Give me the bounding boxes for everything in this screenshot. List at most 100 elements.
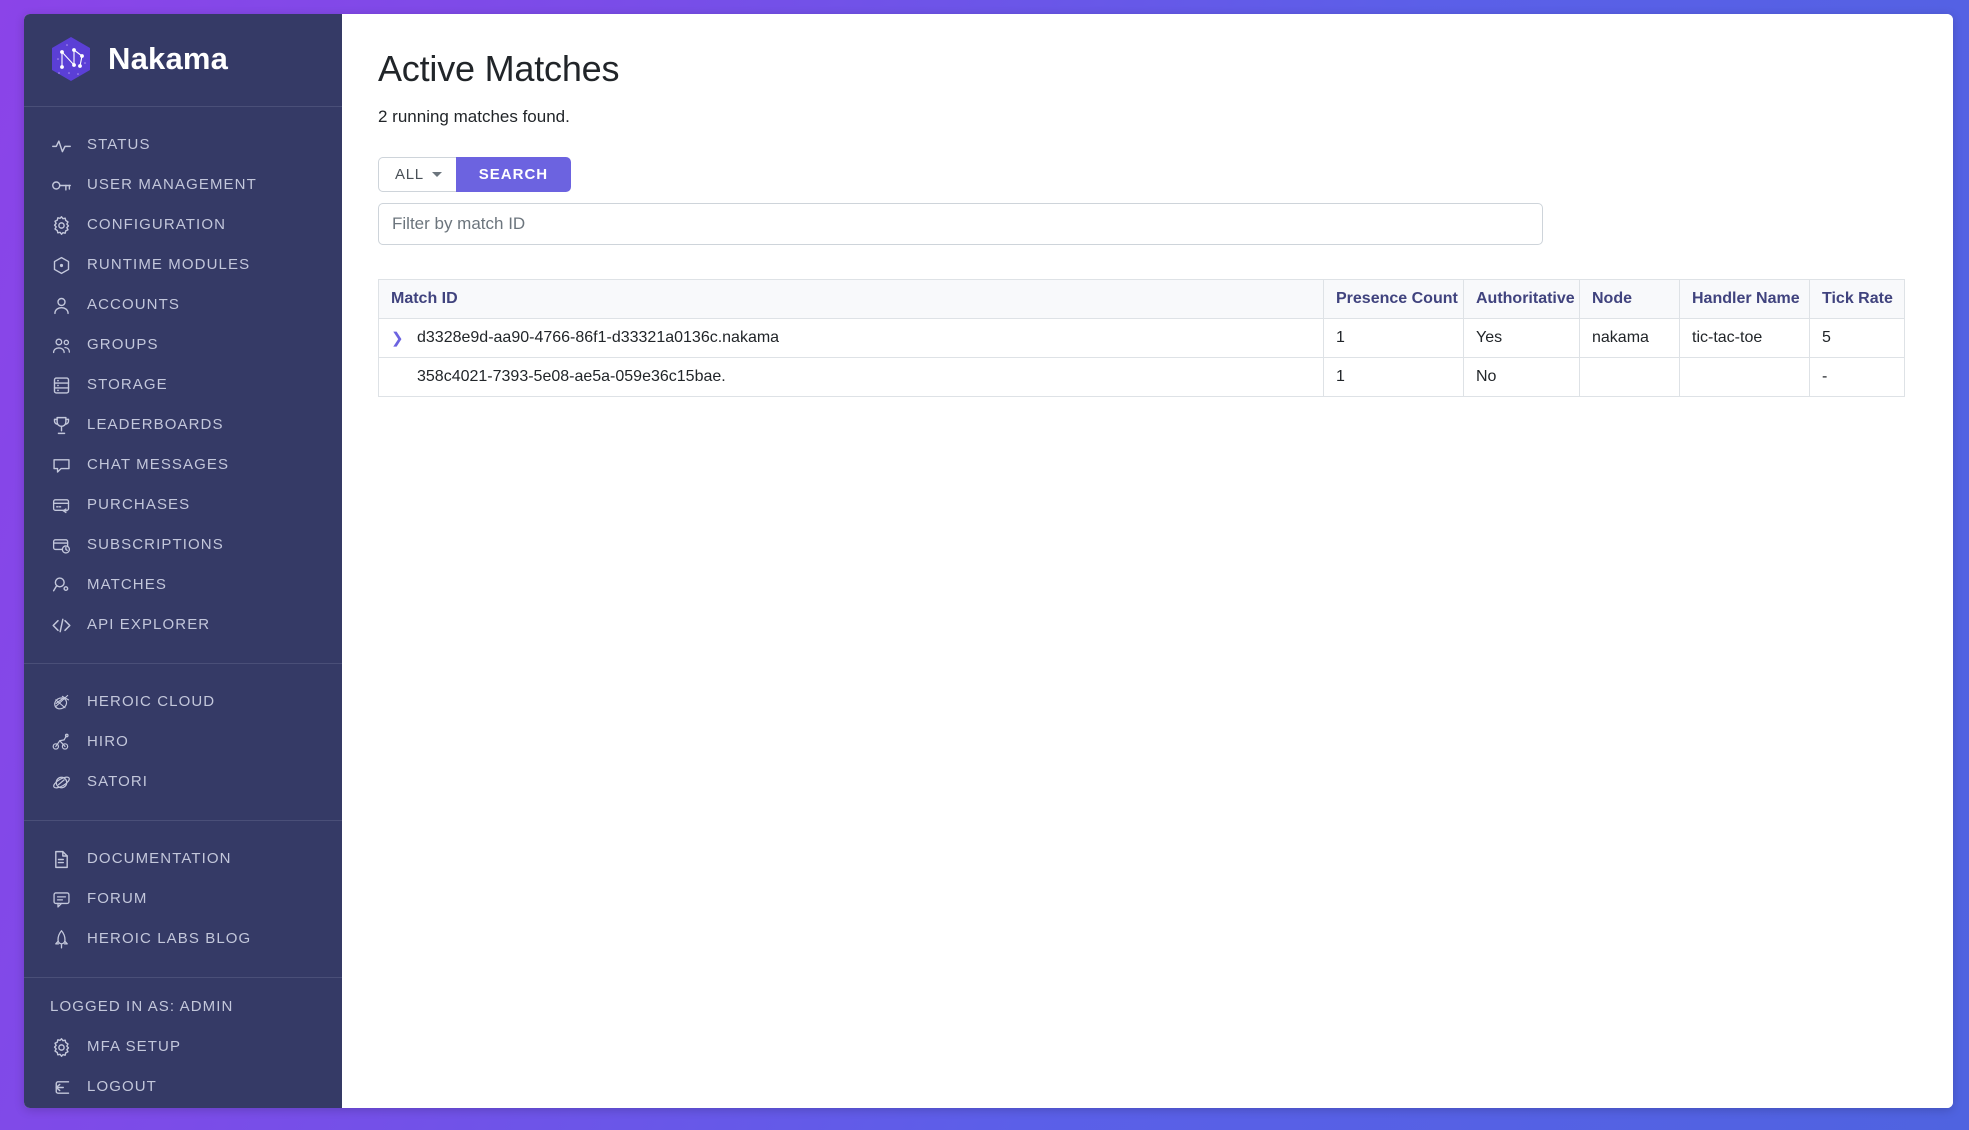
database-icon: [50, 374, 72, 396]
match-id-text: 358c4021-7393-5e08-ae5a-059e36c15bae.: [417, 368, 726, 385]
card-clock-icon: [50, 534, 72, 556]
nakama-hex-logo-icon: [50, 36, 92, 82]
cell-node: [1579, 357, 1680, 397]
sidebar-item-heroic-cloud[interactable]: HEROIC CLOUD: [24, 682, 342, 722]
users-group-icon: [50, 334, 72, 356]
main-content: Active Matches 2 running matches found. …: [342, 14, 1953, 1108]
code-brackets-icon: [50, 614, 72, 636]
table-header-row: Match ID Presence Count Authoritative No…: [378, 279, 1905, 319]
sidebar-item-purchases[interactable]: PURCHASES: [24, 485, 342, 525]
magnifier-dot-icon: [50, 574, 72, 596]
cell-node: nakama: [1579, 318, 1680, 358]
column-header-presence-count[interactable]: Presence Count: [1323, 279, 1464, 319]
sidebar-item-chat-messages[interactable]: CHAT MESSAGES: [24, 445, 342, 485]
sidebar-item-api-explorer[interactable]: API EXPLORER: [24, 605, 342, 645]
sidebar-item-label: SUBSCRIPTIONS: [87, 536, 224, 553]
heroic-cloud-icon: [50, 691, 72, 713]
sidebar-nav-primary: STATUS USER MANAGEMENT CONFIGURATION RUN…: [24, 107, 342, 664]
gear-icon: [50, 1036, 72, 1058]
sidebar: Nakama STATUS USER MANAGEMENT CONFIGURAT…: [24, 14, 342, 1108]
chat-bubble-icon: [50, 454, 72, 476]
sidebar-nav-products: HEROIC CLOUD HIRO SATORI: [24, 664, 342, 821]
sidebar-item-runtime-modules[interactable]: RUNTIME MODULES: [24, 245, 342, 285]
match-id-text: d3328e9d-aa90-4766-86f1-d33321a0136c.nak…: [417, 329, 780, 346]
matches-table-head: Match ID Presence Count Authoritative No…: [378, 279, 1905, 319]
sidebar-item-label: LOGOUT: [87, 1078, 157, 1095]
sidebar-item-label: DOCUMENTATION: [87, 850, 232, 867]
sidebar-item-forum[interactable]: FORUM: [24, 879, 342, 919]
sidebar-item-documentation[interactable]: DOCUMENTATION: [24, 839, 342, 879]
sidebar-item-leaderboards[interactable]: LEADERBOARDS: [24, 405, 342, 445]
sidebar-item-storage[interactable]: STORAGE: [24, 365, 342, 405]
page-subtitle: 2 running matches found.: [378, 107, 570, 126]
chevron-right-icon[interactable]: ❯: [391, 331, 417, 346]
search-button-group: ALL SEARCH: [378, 157, 1905, 192]
chevron-down-icon: [431, 172, 442, 177]
sidebar-item-satori[interactable]: SATORI: [24, 762, 342, 802]
sidebar-item-user-management[interactable]: USER MANAGEMENT: [24, 165, 342, 205]
sidebar-item-logout[interactable]: LOGOUT: [24, 1067, 342, 1107]
hiro-icon: [50, 731, 72, 753]
sidebar-item-subscriptions[interactable]: SUBSCRIPTIONS: [24, 525, 342, 565]
column-header-match-id[interactable]: Match ID: [378, 279, 1324, 319]
cell-tick-rate: -: [1809, 357, 1905, 397]
match-id-filter-input[interactable]: [378, 203, 1543, 245]
trophy-icon: [50, 414, 72, 436]
sidebar-item-label: CHAT MESSAGES: [87, 456, 230, 473]
matches-table: Match ID Presence Count Authoritative No…: [378, 279, 1905, 397]
page-title: Active Matches: [378, 48, 620, 89]
column-header-node[interactable]: Node: [1579, 279, 1680, 319]
gear-icon: [50, 214, 72, 236]
cell-handler-name: tic-tac-toe: [1679, 318, 1810, 358]
sidebar-item-configuration[interactable]: CONFIGURATION: [24, 205, 342, 245]
forum-icon: [50, 888, 72, 910]
sidebar-item-label: USER MANAGEMENT: [87, 176, 257, 193]
user-icon: [50, 294, 72, 316]
search-controls: ALL SEARCH: [378, 157, 1905, 245]
card-return-icon: [50, 494, 72, 516]
sidebar-item-label: HEROIC LABS BLOG: [87, 930, 252, 947]
table-row[interactable]: 358c4021-7393-5e08-ae5a-059e36c15bae. 1 …: [378, 357, 1905, 397]
sidebar-item-status[interactable]: STATUS: [24, 125, 342, 165]
hexagon-dot-icon: [50, 254, 72, 276]
brand-name: Nakama: [108, 41, 229, 76]
sidebar-item-matches[interactable]: MATCHES: [24, 565, 342, 605]
app-window: Nakama STATUS USER MANAGEMENT CONFIGURAT…: [24, 14, 1953, 1108]
logged-in-as-label: LOGGED IN AS: ADMIN: [50, 998, 234, 1015]
satori-icon: [50, 771, 72, 793]
rocket-icon: [50, 928, 72, 950]
cell-match-id: ❯ d3328e9d-aa90-4766-86f1-d33321a0136c.n…: [378, 318, 1324, 358]
column-header-tick-rate[interactable]: Tick Rate: [1809, 279, 1905, 319]
sidebar-item-label: STORAGE: [87, 376, 168, 393]
search-button[interactable]: SEARCH: [455, 157, 572, 192]
table-row[interactable]: ❯ d3328e9d-aa90-4766-86f1-d33321a0136c.n…: [378, 318, 1905, 358]
cell-presence-count: 1: [1323, 318, 1464, 358]
sidebar-item-heroic-labs-blog[interactable]: HEROIC LABS BLOG: [24, 919, 342, 959]
document-icon: [50, 848, 72, 870]
activity-pulse-icon: [50, 134, 72, 156]
filter-scope-dropdown[interactable]: ALL: [378, 157, 456, 192]
brand-header[interactable]: Nakama: [24, 14, 342, 107]
sidebar-item-label: HEROIC CLOUD: [87, 693, 216, 710]
sidebar-item-label: MATCHES: [87, 576, 167, 593]
sidebar-item-label: ACCOUNTS: [87, 296, 180, 313]
sidebar-item-label: LEADERBOARDS: [87, 416, 224, 433]
sidebar-item-groups[interactable]: GROUPS: [24, 325, 342, 365]
sidebar-item-hiro[interactable]: HIRO: [24, 722, 342, 762]
sidebar-item-label: PURCHASES: [87, 496, 191, 513]
sidebar-item-mfa-setup[interactable]: MFA SETUP: [24, 1027, 342, 1067]
sidebar-item-accounts[interactable]: ACCOUNTS: [24, 285, 342, 325]
cell-match-id: 358c4021-7393-5e08-ae5a-059e36c15bae.: [378, 357, 1324, 397]
sidebar-item-label: FORUM: [87, 890, 148, 907]
sidebar-item-label: HIRO: [87, 733, 129, 750]
cell-authoritative: Yes: [1463, 318, 1580, 358]
column-header-handler-name[interactable]: Handler Name: [1679, 279, 1810, 319]
sidebar-item-label: RUNTIME MODULES: [87, 256, 251, 273]
sidebar-item-label: GROUPS: [87, 336, 159, 353]
column-header-authoritative[interactable]: Authoritative: [1463, 279, 1580, 319]
key-icon: [50, 174, 72, 196]
sidebar-nav-resources: DOCUMENTATION FORUM HEROIC LABS BLOG: [24, 821, 342, 978]
sidebar-item-label: API EXPLORER: [87, 616, 211, 633]
matches-table-body: ❯ d3328e9d-aa90-4766-86f1-d33321a0136c.n…: [378, 318, 1905, 397]
sidebar-item-label: SATORI: [87, 773, 149, 790]
